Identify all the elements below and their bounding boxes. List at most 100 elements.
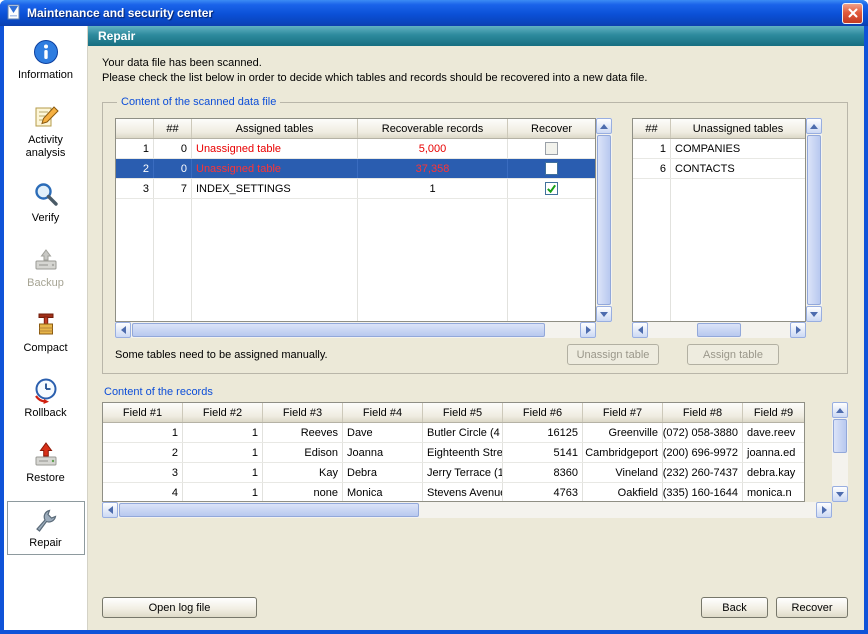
table-cell: Dave: [343, 423, 423, 442]
scroll-up-button[interactable]: [806, 118, 822, 134]
column-header[interactable]: Recoverable records: [358, 119, 508, 138]
table-row[interactable]: 2 0 Unassigned table 37,358: [116, 159, 595, 179]
sidebar-item-label: Verify: [8, 212, 84, 225]
vertical-scrollbar[interactable]: [806, 118, 822, 322]
sidebar-item-label: Restore: [8, 472, 84, 485]
vertical-scrollbar[interactable]: [832, 402, 848, 502]
column-header[interactable]: Field #4: [343, 403, 423, 422]
recover-checkbox[interactable]: [545, 162, 558, 175]
table-cell: Jerry Terrace (1: [423, 463, 503, 482]
scrollbar-corner: [596, 322, 612, 338]
scroll-right-button[interactable]: [580, 322, 596, 338]
sidebar-item-rollback[interactable]: Rollback: [7, 371, 85, 425]
sidebar-item-information[interactable]: Information: [7, 33, 85, 87]
scroll-down-button[interactable]: [596, 306, 612, 322]
arrow-right-icon: [822, 506, 827, 514]
sidebar-item-compact[interactable]: Compact: [7, 306, 85, 360]
horizontal-scrollbar[interactable]: [632, 322, 806, 338]
groupbox-title: Content of the scanned data file: [117, 96, 280, 108]
table-cell: 1: [116, 139, 154, 158]
column-header[interactable]: ##: [154, 119, 192, 138]
table-empty-area: [116, 199, 595, 321]
column-header[interactable]: Field #2: [183, 403, 263, 422]
sidebar-item-activity-analysis[interactable]: Activity analysis: [7, 98, 85, 165]
magnifier-icon: [31, 180, 61, 210]
table-row[interactable]: 6 CONTACTS: [633, 159, 805, 179]
arrow-down-icon: [600, 312, 608, 317]
column-header[interactable]: Unassigned tables: [671, 119, 805, 138]
unassigned-tables-table[interactable]: ## Unassigned tables 1 COMPANIES 6 CONTA…: [632, 118, 806, 322]
column-header[interactable]: Field #8: [663, 403, 743, 422]
recover-button[interactable]: Recover: [776, 597, 848, 618]
open-log-file-button[interactable]: Open log file: [102, 597, 257, 618]
titlebar[interactable]: Maintenance and security center: [0, 0, 868, 26]
assign-table-button[interactable]: Assign table: [687, 344, 779, 365]
scrollbar-thumb[interactable]: [807, 135, 821, 305]
column-header[interactable]: Assigned tables: [192, 119, 358, 138]
scroll-up-button[interactable]: [832, 402, 848, 418]
column-header[interactable]: Field #1: [103, 403, 183, 422]
info-icon: [31, 37, 61, 67]
scroll-right-button[interactable]: [816, 502, 832, 518]
scroll-left-button[interactable]: [632, 322, 648, 338]
scroll-right-button[interactable]: [790, 322, 806, 338]
horizontal-scrollbar[interactable]: [115, 322, 596, 338]
arrow-down-icon: [810, 312, 818, 317]
column-header[interactable]: Field #9: [743, 403, 804, 422]
compact-press-icon: [31, 310, 61, 340]
scanned-data-groupbox: Content of the scanned data file ## Assi…: [102, 96, 848, 374]
sidebar-item-repair[interactable]: Repair: [7, 501, 85, 555]
table-row[interactable]: 1 COMPANIES: [633, 139, 805, 159]
table-cell: 1: [183, 423, 263, 442]
scroll-up-button[interactable]: [596, 118, 612, 134]
sidebar-item-label: Backup: [8, 277, 84, 290]
unassign-table-button[interactable]: Unassign table: [567, 344, 659, 365]
scrollbar-thumb[interactable]: [697, 323, 741, 337]
table-row[interactable]: 1 0 Unassigned table 5,000: [116, 139, 595, 159]
scroll-left-button[interactable]: [115, 322, 131, 338]
table-cell: Reeves: [263, 423, 343, 442]
scrollbar-thumb[interactable]: [132, 323, 545, 337]
column-header[interactable]: Field #6: [503, 403, 583, 422]
table-row[interactable]: 3 7 INDEX_SETTINGS 1: [116, 179, 595, 199]
scrollbar-thumb[interactable]: [119, 503, 419, 517]
back-button[interactable]: Back: [701, 597, 768, 618]
column-header[interactable]: Field #3: [263, 403, 343, 422]
horizontal-scrollbar[interactable]: [102, 502, 832, 518]
table-cell: Unassigned table: [192, 159, 358, 178]
recover-checkbox[interactable]: [545, 142, 558, 155]
table-cell: Oakfield: [583, 483, 663, 502]
assigned-tables-table[interactable]: ## Assigned tables Recoverable records R…: [115, 118, 596, 322]
scroll-left-button[interactable]: [102, 502, 118, 518]
column-header[interactable]: ##: [633, 119, 671, 138]
table-cell: 16125: [503, 423, 583, 442]
column-header[interactable]: [116, 119, 154, 138]
vertical-scrollbar[interactable]: [596, 118, 612, 322]
sidebar-item-backup: Backup: [7, 241, 85, 295]
table-row[interactable]: 3 1 Kay Debra Jerry Terrace (1 8360 Vine…: [103, 463, 804, 483]
table-cell: Debra: [343, 463, 423, 482]
records-table[interactable]: Field #1 Field #2 Field #3 Field #4 Fiel…: [102, 402, 805, 502]
recover-checkbox[interactable]: [545, 182, 558, 195]
column-header[interactable]: Field #7: [583, 403, 663, 422]
records-panel: Field #1 Field #2 Field #3 Field #4 Fiel…: [102, 402, 848, 518]
panel-title: Repair: [98, 29, 135, 43]
assigned-tables-header: ## Assigned tables Recoverable records R…: [116, 119, 595, 139]
scroll-down-button[interactable]: [806, 306, 822, 322]
records-header: Field #1 Field #2 Field #3 Field #4 Fiel…: [103, 403, 804, 423]
table-cell: Butler Circle (4: [423, 423, 503, 442]
column-header[interactable]: Recover: [508, 119, 595, 138]
table-row[interactable]: 2 1 Edison Joanna Eighteenth Stre 5141 C…: [103, 443, 804, 463]
scroll-down-button[interactable]: [832, 486, 848, 502]
window-title: Maintenance and security center: [27, 6, 842, 20]
sidebar-item-verify[interactable]: Verify: [7, 176, 85, 230]
scrollbar-thumb[interactable]: [833, 419, 847, 453]
close-button[interactable]: [842, 3, 863, 24]
table-row[interactable]: 1 1 Reeves Dave Butler Circle (4 16125 G…: [103, 423, 804, 443]
scrollbar-thumb[interactable]: [597, 135, 611, 305]
sidebar-item-restore[interactable]: Restore: [7, 436, 85, 490]
table-cell: 6: [633, 159, 671, 178]
column-header[interactable]: Field #5: [423, 403, 503, 422]
sidebar-item-label: Repair: [8, 537, 84, 550]
table-row[interactable]: 4 1 none Monica Stevens Avenue 4763 Oakf…: [103, 483, 804, 502]
